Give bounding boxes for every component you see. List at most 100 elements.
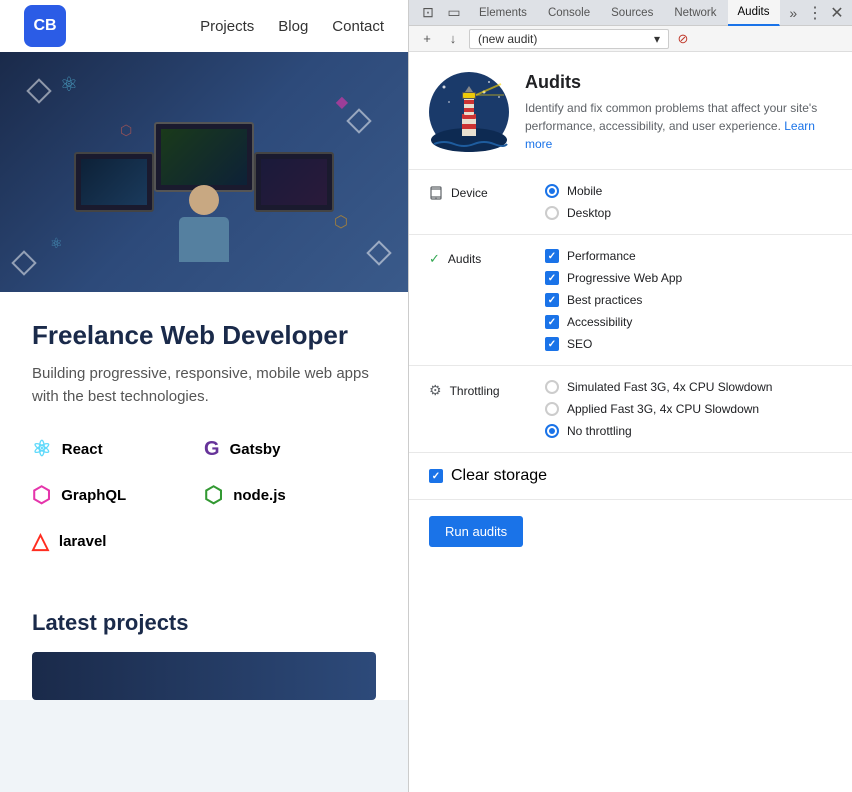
devtools-more-icon[interactable]: ⋮ (804, 2, 826, 24)
tab-console[interactable]: Console (538, 0, 601, 26)
device-mobile-option[interactable]: Mobile (545, 184, 832, 198)
nav-bar: CB Projects Blog Contact (0, 0, 408, 52)
tab-sources[interactable]: Sources (601, 0, 664, 26)
cursor-icon[interactable]: ⊡ (417, 2, 439, 24)
checkmark-icon: ✓ (429, 251, 440, 267)
logo: CB (24, 5, 66, 47)
monitor-center (154, 122, 254, 192)
graphql-label: GraphQL (61, 487, 126, 504)
website-panel: CB Projects Blog Contact ⚛ ◆ ⚛ ⬡ ⬡ Freel (0, 0, 408, 792)
throttling-options: Simulated Fast 3G, 4x CPU Slowdown Appli… (545, 380, 832, 438)
device-icon[interactable]: ▭ (443, 2, 465, 24)
tab-network[interactable]: Network (664, 0, 727, 26)
tech-gatsby: G Gatsby (204, 436, 376, 462)
gatsby-icon: G (204, 438, 220, 461)
audit-seo[interactable]: SEO (545, 337, 832, 351)
nav-projects[interactable]: Projects (200, 18, 254, 35)
device-label: Device (429, 184, 529, 200)
dt-toolbar-icons: ⊡ ▭ (413, 2, 469, 24)
throttling-applied[interactable]: Applied Fast 3G, 4x CPU Slowdown (545, 402, 832, 416)
audit-pwa[interactable]: Progressive Web App (545, 271, 832, 285)
audit-best-practices[interactable]: Best practices (545, 293, 832, 307)
floating-graphql-icon: ◆ (336, 92, 348, 112)
no-throttling-label: No throttling (567, 424, 632, 438)
hero-subtitle: Building progressive, responsive, mobile… (32, 363, 376, 408)
selector-chevron-icon: ▾ (654, 32, 660, 46)
gear-icon: ⚙ (429, 382, 442, 399)
person-body (179, 217, 229, 262)
nav-contact[interactable]: Contact (332, 18, 384, 35)
hero-content: Freelance Web Developer Building progres… (0, 292, 408, 582)
tech-react: ⚛ React (32, 436, 204, 462)
person (179, 185, 229, 262)
clear-storage-section: Clear storage (409, 453, 852, 500)
audit-performance[interactable]: Performance (545, 249, 832, 263)
performance-checkbox[interactable] (545, 249, 559, 263)
tab-audits[interactable]: Audits (728, 0, 781, 26)
simulated-label: Simulated Fast 3G, 4x CPU Slowdown (567, 380, 772, 394)
gatsby-label: Gatsby (230, 441, 281, 458)
throttling-simulated[interactable]: Simulated Fast 3G, 4x CPU Slowdown (545, 380, 832, 394)
laravel-label: laravel (59, 533, 107, 550)
audit-selector-text: (new audit) (478, 32, 537, 46)
react-label: React (62, 441, 103, 458)
pwa-label: Progressive Web App (567, 271, 682, 285)
device-icon (429, 186, 443, 200)
floating-icon-5: ⬡ (334, 212, 348, 232)
tab-overflow: ⋮ ✕ (804, 2, 848, 24)
device-section: Device Mobile Desktop (409, 170, 852, 235)
back-icon[interactable]: + (417, 29, 437, 49)
devtools-panel: ⊡ ▭ Elements Console Sources Network Aud… (408, 0, 852, 792)
tab-elements[interactable]: Elements (469, 0, 538, 26)
desktop-label: Desktop (567, 206, 611, 220)
forward-icon[interactable]: ↓ (443, 29, 463, 49)
tech-laravel: △ laravel (32, 528, 204, 554)
audits-description: Identify and fix common problems that af… (525, 99, 832, 153)
latest-projects-section: Latest projects (0, 582, 408, 700)
project-bar (32, 652, 376, 700)
seo-label: SEO (567, 337, 592, 351)
desktop-radio[interactable] (545, 206, 559, 220)
run-audits-button[interactable]: Run audits (429, 516, 523, 547)
audit-title-section: Audits Identify and fix common problems … (525, 72, 832, 153)
node-icon: ⬡ (204, 482, 223, 508)
throttling-label: ⚙ Throttling (429, 380, 529, 399)
devtools-tabs-bar: ⊡ ▭ Elements Console Sources Network Aud… (409, 0, 852, 26)
audit-header: Audits Identify and fix common problems … (409, 52, 852, 170)
person-head (189, 185, 219, 215)
floating-icon-3: ⚛ (50, 235, 63, 252)
hero-title: Freelance Web Developer (32, 320, 376, 351)
throttling-section: ⚙ Throttling Simulated Fast 3G, 4x CPU S… (409, 366, 852, 453)
seo-checkbox[interactable] (545, 337, 559, 351)
simulated-radio[interactable] (545, 380, 559, 394)
mobile-radio[interactable] (545, 184, 559, 198)
no-throttling-radio[interactable] (545, 424, 559, 438)
graphql-icon: ⬡ (32, 482, 51, 508)
nav-links: Projects Blog Contact (200, 18, 384, 35)
audit-accessibility[interactable]: Accessibility (545, 315, 832, 329)
accessibility-checkbox[interactable] (545, 315, 559, 329)
react-icon: ⚛ (32, 436, 52, 462)
floating-react-icon: ⚛ (60, 72, 78, 97)
clear-storage-checkbox[interactable] (429, 469, 443, 483)
performance-label: Performance (567, 249, 636, 263)
laravel-icon: △ (32, 528, 49, 554)
more-tabs-icon[interactable]: » (782, 2, 804, 24)
audit-selector[interactable]: (new audit) ▾ (469, 29, 669, 49)
no-entry-icon[interactable]: ⊘ (675, 31, 691, 47)
monitor-left (74, 152, 154, 212)
applied-radio[interactable] (545, 402, 559, 416)
throttling-none[interactable]: No throttling (545, 424, 832, 438)
hero-image: ⚛ ◆ ⚛ ⬡ ⬡ (0, 52, 408, 292)
latest-projects-title: Latest projects (32, 610, 376, 636)
best-practices-label: Best practices (567, 293, 642, 307)
nav-blog[interactable]: Blog (278, 18, 308, 35)
devtools-toolbar: + ↓ (new audit) ▾ ⊘ (409, 26, 852, 52)
audits-title: Audits (525, 72, 832, 93)
device-desktop-option[interactable]: Desktop (545, 206, 832, 220)
mobile-label: Mobile (567, 184, 602, 198)
best-practices-checkbox[interactable] (545, 293, 559, 307)
pwa-checkbox[interactable] (545, 271, 559, 285)
devtools-close-icon[interactable]: ✕ (826, 2, 848, 24)
tech-logos: ⚛ React G Gatsby ⬡ GraphQL ⬡ node.js △ l… (32, 436, 376, 554)
